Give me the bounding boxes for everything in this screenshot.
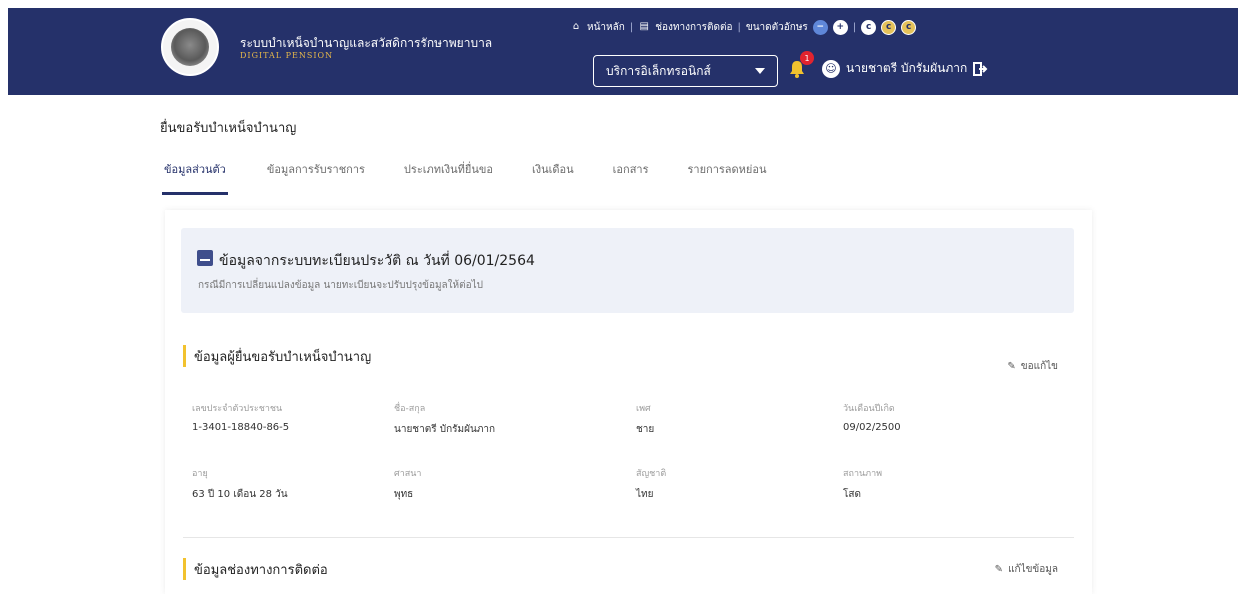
request-edit-label: ขอแก้ไข — [1020, 361, 1058, 372]
font-size-label: ขนาดตัวอักษร — [745, 21, 808, 33]
field-label: เลขประจำตัวประชาชน — [192, 404, 283, 414]
separator: | — [852, 21, 857, 33]
id-card-icon — [197, 250, 213, 266]
applicant-section-header: ข้อมูลผู้ยื่นขอรับบำเหน็จบำนาญ — [183, 345, 371, 367]
field-label: ชื่อ-สกุล — [394, 404, 426, 414]
registry-info-box: ข้อมูลจากระบบทะเบียนประวัติ ณ วันที่ 06/… — [181, 228, 1074, 313]
request-edit-button[interactable]: ✎ ขอแก้ไข — [1007, 359, 1058, 374]
utility-bar: ⌂ หน้าหลัก | ▤ ช่องทางการติดต่อ | ขนาดตั… — [570, 16, 983, 38]
section-accent-bar — [183, 345, 186, 367]
field-value: ไทย — [636, 489, 654, 500]
field-citizen-id: เลขประจำตัวประชาชน 1-3401-18840-86-5 — [192, 401, 289, 433]
field-label: สัญชาติ — [636, 469, 667, 479]
tab-salary[interactable]: เงินเดือน — [532, 152, 574, 192]
field-nationality: สัญชาติ ไทย — [636, 466, 666, 502]
field-full-name: ชื่อ-สกุล นายชาตรี บักรัมผันภาก — [394, 401, 495, 437]
field-marital-status: สถานภาพ โสด — [843, 466, 882, 502]
decrease-font-button[interactable]: − — [812, 19, 828, 35]
edit-contact-button[interactable]: ✎ แก้ไขข้อมูล — [995, 562, 1058, 577]
tab-deductions[interactable]: รายการลดหย่อน — [688, 152, 767, 192]
field-value: ชาย — [636, 424, 655, 435]
pencil-icon: ✎ — [994, 564, 1004, 575]
field-value: นายชาตรี บักรัมผันภาก — [394, 424, 496, 435]
contrast-dark-button[interactable]: c — [901, 19, 917, 35]
field-value: 1-3401-18840-86-5 — [192, 422, 290, 433]
phone-book-icon: ▤ — [639, 21, 649, 32]
tab-personal-info[interactable]: ข้อมูลส่วนตัว — [162, 152, 228, 195]
field-label: อายุ — [192, 469, 208, 479]
tab-documents[interactable]: เอกสาร — [613, 152, 649, 192]
info-box-subtitle: กรณีมีการเปลี่ยนแปลงข้อมูล นายทะเบียนจะป… — [198, 280, 484, 291]
top-header: ระบบบำเหน็จบำนาญและสวัสดิการรักษาพยาบาล … — [8, 8, 1238, 95]
field-value: โสด — [843, 489, 861, 500]
field-label: เพศ — [636, 404, 651, 414]
field-value: 63 ปี 10 เดือน 28 วัน — [192, 489, 288, 500]
brand-subtitle: DIGITAL PENSION — [240, 51, 334, 60]
contrast-default-button[interactable]: c — [861, 19, 877, 35]
logout-icon[interactable] — [973, 61, 989, 77]
home-icon: ⌂ — [572, 21, 580, 32]
separator: | — [629, 21, 634, 33]
tab-bar: ข้อมูลส่วนตัว ข้อมูลการรับราชการ ประเภทเ… — [162, 152, 805, 195]
user-menu[interactable]: ☺ นายชาตรี บักรัมผันภาก — [822, 59, 989, 78]
increase-font-button[interactable]: + — [832, 19, 848, 35]
service-dropdown[interactable]: บริการอิเล็กทรอนิกส์ — [593, 55, 778, 87]
separator: | — [737, 21, 741, 33]
info-box-title: ข้อมูลจากระบบทะเบียนประวัติ ณ วันที่ 06/… — [219, 253, 535, 269]
field-gender: เพศ ชาย — [636, 401, 654, 437]
field-value: 09/02/2500 — [843, 422, 901, 433]
service-dropdown-label: บริการอิเล็กทรอนิกส์ — [606, 63, 711, 78]
content-card: ข้อมูลจากระบบทะเบียนประวัติ ณ วันที่ 06/… — [165, 210, 1092, 594]
edit-contact-label: แก้ไขข้อมูล — [1008, 564, 1058, 575]
contrast-yellow-button[interactable]: c — [881, 19, 897, 35]
pencil-icon: ✎ — [1007, 361, 1016, 372]
section-divider — [183, 537, 1074, 538]
home-link[interactable]: หน้าหลัก — [587, 20, 625, 35]
field-label: สถานภาพ — [843, 469, 883, 479]
field-birth-date: วันเดือนปีเกิด 09/02/2500 — [843, 401, 901, 433]
contact-link[interactable]: ช่องทางการติดต่อ — [655, 20, 732, 35]
tab-service-info[interactable]: ข้อมูลการรับราชการ — [267, 152, 365, 192]
field-label: ศาสนา — [394, 469, 422, 479]
emblem-logo[interactable] — [161, 18, 219, 76]
garuda-emblem-icon — [171, 28, 209, 66]
tab-pension-type[interactable]: ประเภทเงินที่ยื่นขอ — [404, 152, 493, 192]
notification-badge: 1 — [800, 51, 814, 65]
field-religion: ศาสนา พุทธ — [394, 466, 421, 502]
applicant-section-title: ข้อมูลผู้ยื่นขอรับบำเหน็จบำนาญ — [194, 349, 372, 365]
field-age: อายุ 63 ปี 10 เดือน 28 วัน — [192, 466, 288, 502]
section-accent-bar — [183, 558, 186, 580]
contact-section-title: ข้อมูลช่องทางการติดต่อ — [194, 562, 328, 578]
page-title: ยื่นขอรับบำเหน็จบำนาญ — [160, 121, 297, 136]
user-name: นายชาตรี บักรัมผันภาก — [846, 61, 968, 75]
chevron-down-icon — [755, 68, 765, 74]
user-avatar-icon: ☺ — [822, 59, 840, 78]
contact-section-header: ข้อมูลช่องทางการติดต่อ — [183, 558, 328, 580]
field-value: พุทธ — [394, 489, 414, 500]
field-label: วันเดือนปีเกิด — [843, 404, 895, 414]
